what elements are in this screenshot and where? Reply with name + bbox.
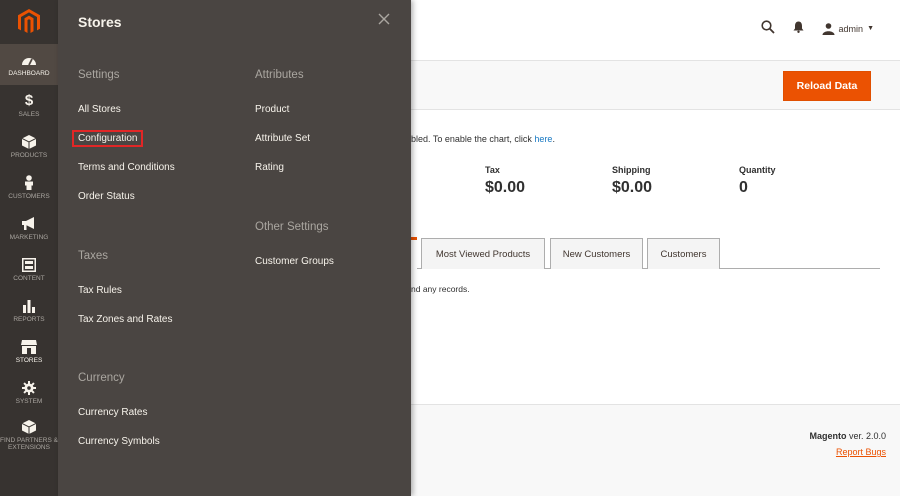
nav-label: SYSTEM [15,397,43,405]
nav-item-stores[interactable]: STORES [0,331,58,372]
nav-item-customers[interactable]: CUSTOMERS [0,167,58,208]
nav-label: CUSTOMERS [8,192,50,200]
tab-most-viewed-products[interactable]: Most Viewed Products [421,238,545,269]
menu-link-order-status[interactable]: Order Status [78,191,135,202]
no-records-message: nd any records. [411,284,470,294]
footer-version: ver. 2.0.0 [846,431,886,441]
section-heading-other-settings: Other Settings [255,221,329,233]
nav-label: SALES [18,110,40,118]
menu-link-tax-rules[interactable]: Tax Rules [78,285,122,296]
page-footer: Magento ver. 2.0.0 Report Bugs [411,404,900,496]
dashboard-tabs: Most Viewed Products New Customers Custo… [411,237,880,269]
tab-active-partial[interactable] [411,237,417,269]
total-label: Shipping [612,165,651,175]
total-label: Tax [485,165,500,175]
magento-logo[interactable] [0,0,58,44]
nav-label: MARKETING [9,233,49,241]
footer-brand: Magento [809,431,847,441]
total-quantity: Quantity 0 [739,165,776,197]
menu-link-currency-symbols[interactable]: Currency Symbols [78,436,160,447]
dollar-icon: $ [24,92,34,110]
page-actions-toolbar: Reload Data [411,60,900,110]
storefront-icon [20,339,38,355]
menu-link-customer-groups[interactable]: Customer Groups [255,256,334,267]
nav-label: STORES [15,356,43,364]
layout-icon [20,257,38,273]
total-label: Quantity [739,165,776,175]
page-header: admin ▼ [411,0,900,60]
magento-logo-icon [18,9,40,33]
nav-label: FIND PARTNERS & EXTENSIONS [0,436,58,451]
menu-link-rating[interactable]: Rating [255,162,284,173]
close-icon[interactable] [378,12,390,30]
report-bugs-link[interactable]: Report Bugs [809,447,886,457]
menu-link-terms-and-conditions[interactable]: Terms and Conditions [78,162,175,173]
box-icon [20,419,38,435]
gear-icon [20,380,38,396]
nav-item-sales[interactable]: $ SALES [0,85,58,126]
nav-label: CONTENT [13,274,45,282]
nav-item-find-partners[interactable]: FIND PARTNERS & EXTENSIONS [0,413,58,457]
menu-link-all-stores[interactable]: All Stores [78,104,121,115]
nav-label: PRODUCTS [10,151,48,159]
chart-disabled-message: bled. To enable the chart, click here. [411,134,555,144]
total-tax: Tax $0.00 [485,165,525,197]
menu-link-currency-rates[interactable]: Currency Rates [78,407,147,418]
nav-label: REPORTS [13,315,45,323]
total-value: $0.00 [612,179,653,196]
nav-item-system[interactable]: SYSTEM [0,372,58,413]
menu-link-product[interactable]: Product [255,104,289,115]
person-icon [20,175,38,191]
section-heading-attributes: Attributes [255,69,304,81]
menu-link-tax-zones-and-rates[interactable]: Tax Zones and Rates [78,314,173,325]
nav-item-dashboard[interactable]: DASHBOARD [0,44,58,85]
menu-link-configuration[interactable]: Configuration [72,130,144,147]
section-heading-settings: Settings [78,69,120,81]
dashboard-icon [20,52,38,68]
nav-label: DASHBOARD [8,69,50,77]
flyout-title: Stores [78,14,122,30]
menu-link-attribute-set[interactable]: Attribute Set [255,133,310,144]
reload-data-button[interactable]: Reload Data [783,71,871,101]
total-value: 0 [739,179,748,196]
stores-flyout-menu: Stores Settings All Stores Configuration… [58,0,411,496]
enable-chart-link[interactable]: here [534,134,552,144]
admin-user-menu[interactable]: admin ▼ [822,22,874,35]
main-nav: DASHBOARD $ SALES PRODUCTS CUSTOMERS MAR… [0,0,58,496]
total-shipping: Shipping $0.00 [612,165,652,197]
admin-username: admin [838,23,864,34]
search-icon[interactable] [760,20,775,37]
section-heading-taxes: Taxes [78,250,109,262]
chart-message-text: bled. To enable the chart, click [411,134,535,144]
bar-chart-icon [20,298,38,314]
bell-icon[interactable] [793,21,804,36]
nav-item-products[interactable]: PRODUCTS [0,126,58,167]
nav-item-marketing[interactable]: MARKETING [0,208,58,249]
tab-new-customers[interactable]: New Customers [550,238,643,269]
section-heading-currency: Currency [78,372,125,384]
tab-customers[interactable]: Customers [647,238,720,269]
nav-item-reports[interactable]: REPORTS [0,290,58,331]
total-value: $0.00 [485,179,526,196]
nav-item-content[interactable]: CONTENT [0,249,58,290]
megaphone-icon [20,216,38,232]
chart-message-end: . [552,134,555,144]
user-icon [822,22,835,35]
cube-icon [20,134,38,150]
chevron-down-icon: ▼ [867,25,874,32]
footer-info: Magento ver. 2.0.0 Report Bugs [809,431,886,457]
